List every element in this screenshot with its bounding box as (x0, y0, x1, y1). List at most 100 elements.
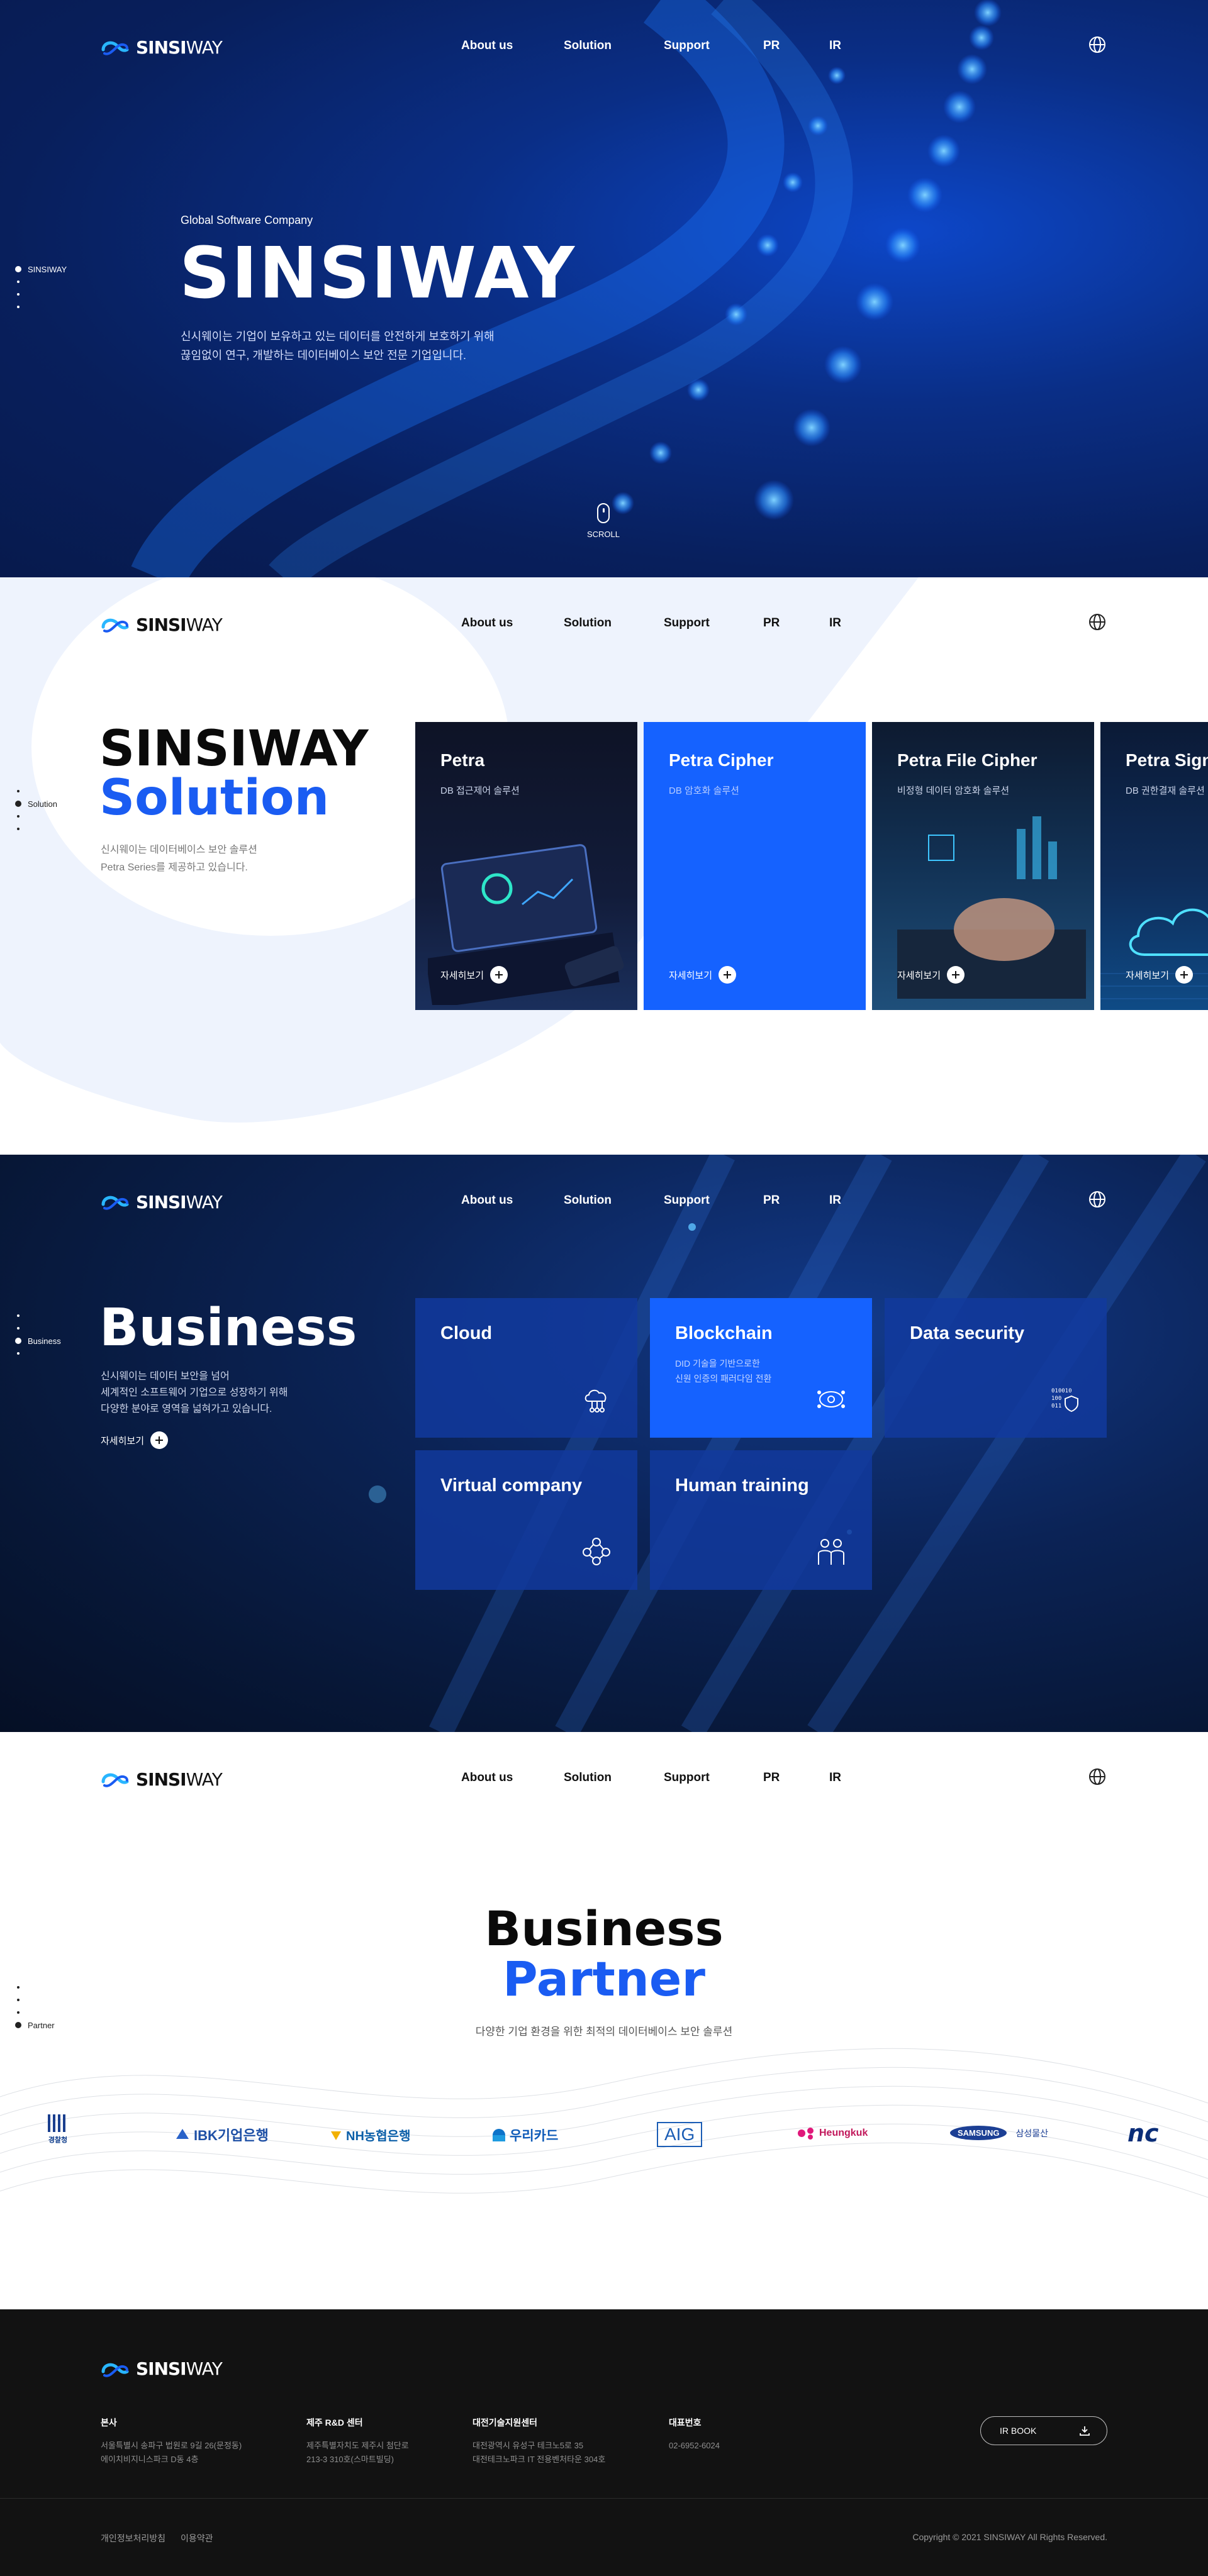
nav-about-us[interactable]: About us (461, 1194, 564, 1208)
terms-link[interactable]: 이용약관 (181, 2532, 213, 2545)
business-card-data-security[interactable]: Data security 010010 100 011 (885, 1298, 1107, 1438)
indicator-label: SINSIWAY (28, 264, 67, 274)
business-title: Business (99, 1298, 357, 1358)
data-security-icon: 010010 100 011 (1051, 1388, 1078, 1413)
heungkuk-mark-icon (798, 2128, 814, 2140)
nav-support[interactable]: Support (664, 616, 763, 630)
globe-icon[interactable] (1088, 1768, 1106, 1785)
section-indicator: Partner (15, 1981, 55, 2031)
solution-card-petra[interactable]: Petra DB 접근제어 솔루션 자세히보기 (415, 722, 637, 1010)
card-more-link[interactable]: 자세히보기 (440, 966, 508, 984)
nav-solution[interactable]: Solution (564, 1194, 664, 1208)
logo-text: SINSIWAY (136, 1191, 223, 1213)
business-section: SINSIWAY About us Solution Support PR IR… (0, 1155, 1208, 1732)
mouse-icon (597, 503, 610, 523)
card-more-link[interactable]: 자세히보기 (1126, 966, 1194, 984)
business-card-blockchain[interactable]: Blockchain DID 기술을 기반으로한 신원 인증의 패러다임 전환 (650, 1298, 872, 1438)
card-title: Petra (440, 750, 485, 770)
nav-pr[interactable]: PR (763, 616, 829, 630)
indicator-dot[interactable] (17, 1986, 20, 1989)
business-card-cloud[interactable]: Cloud (415, 1298, 637, 1438)
indicator-dot[interactable] (17, 1999, 20, 2001)
nav-about-us[interactable]: About us (461, 1771, 564, 1785)
business-card-human-training[interactable]: Human training (650, 1450, 872, 1590)
card-title: Blockchain (675, 1323, 773, 1343)
nav-solution[interactable]: Solution (564, 39, 664, 53)
nav-about-us[interactable]: About us (461, 39, 564, 53)
nav-ir[interactable]: IR (829, 1771, 841, 1785)
business-description: 신시웨이는 데이터 보안을 넘어 세계적인 소프트웨어 기업으로 성장하기 위해… (101, 1371, 288, 1414)
nav-ir[interactable]: IR (829, 39, 841, 53)
indicator-dot[interactable] (17, 293, 20, 296)
indicator-dot[interactable] (17, 306, 20, 308)
partner-logo-ibk: IBK기업은행 (175, 2124, 269, 2145)
privacy-policy-link[interactable]: 개인정보처리방침 (101, 2532, 165, 2545)
nav-solution[interactable]: Solution (564, 616, 664, 630)
nav-ir[interactable]: IR (829, 1194, 841, 1208)
police-emblem-icon (48, 2114, 65, 2132)
footer-divider (0, 2498, 1208, 2499)
plus-icon (150, 1431, 169, 1449)
main-nav: About us Solution Support PR IR (461, 39, 841, 53)
scroll-indicator[interactable]: SCROLL (584, 503, 622, 539)
nav-about-us[interactable]: About us (461, 616, 564, 630)
globe-icon[interactable] (1088, 36, 1106, 53)
indicator-dot[interactable] (17, 790, 20, 792)
indicator-dot[interactable] (17, 1314, 20, 1317)
main-nav: About us Solution Support PR IR (461, 1771, 841, 1785)
partner-logo-police: 경찰청 (45, 2113, 70, 2145)
svg-text:011: 011 (1051, 1403, 1061, 1409)
card-title: Data security (910, 1323, 1025, 1343)
card-title: Human training (675, 1475, 809, 1496)
logo[interactable]: SINSIWAY (101, 1191, 223, 1213)
card-title: Petra Signer (1126, 750, 1208, 770)
card-more-link[interactable]: 자세히보기 (669, 966, 737, 984)
card-more-link[interactable]: 자세히보기 (897, 966, 965, 984)
card-title: Cloud (440, 1323, 493, 1343)
nh-mark-icon (331, 2131, 341, 2140)
nav-pr[interactable]: PR (763, 39, 829, 53)
section-indicator: SINSIWAY (15, 263, 67, 313)
indicator-dot[interactable] (17, 815, 20, 818)
logo[interactable]: SINSIWAY (101, 613, 223, 636)
logo-mark-icon (101, 618, 129, 633)
indicator-dot[interactable] (17, 828, 20, 830)
partner-logo-samsung: SAMSUNG 삼성물산 (950, 2126, 1048, 2140)
card-subtitle: DB 권한결재 솔루션 (1126, 786, 1205, 796)
indicator-dot[interactable] (17, 1327, 20, 1330)
indicator-dot-active[interactable] (15, 2022, 21, 2028)
partner-logo-heungkuk: Heungkuk (797, 2126, 868, 2141)
copyright: Copyright © 2021 SINSIWAY All Rights Res… (912, 2532, 1107, 2542)
nav-ir[interactable]: IR (829, 616, 841, 630)
solution-card-petra-cipher[interactable]: Petra Cipher DB 암호화 솔루션 자세히보기 (644, 722, 866, 1010)
logo[interactable]: SINSIWAY (101, 1768, 223, 1790)
globe-icon[interactable] (1088, 613, 1106, 631)
footer: SINSIWAY 본사 서울특별시 송파구 법원로 9길 26(문정동) 에이치… (0, 2309, 1208, 2576)
nav-support[interactable]: Support (664, 1194, 763, 1208)
footer-address-jeju: 제주 R&D 센터 제주특별자치도 제주시 첨단로 213-3 310호(스마트… (306, 2418, 409, 2464)
indicator-dot[interactable] (17, 1352, 20, 1355)
solution-card-petra-signer[interactable]: Petra Signer DB 권한결재 솔루션 자세히보기 (1100, 722, 1208, 1010)
indicator-dot-active[interactable] (15, 266, 21, 272)
ir-book-button[interactable]: IR BOOK (980, 2416, 1107, 2445)
business-card-virtual-company[interactable]: Virtual company (415, 1450, 637, 1590)
nav-support[interactable]: Support (664, 39, 763, 53)
footer-logo[interactable]: SINSIWAY (101, 2358, 223, 2379)
business-more-link[interactable]: 자세히보기 (101, 1431, 169, 1449)
nav-pr[interactable]: PR (763, 1771, 829, 1785)
indicator-label: Solution (28, 799, 57, 809)
solution-card-petra-file-cipher[interactable]: Petra File Cipher 비정형 데이터 암호화 솔루션 자세히보기 (872, 722, 1094, 1010)
nav-support[interactable]: Support (664, 1771, 763, 1785)
indicator-dot[interactable] (17, 2011, 20, 2014)
footer-address-daejeon: 대전기술지원센터 대전광역시 유성구 테크노5로 35 대전테크노파크 IT 전… (473, 2418, 606, 2464)
indicator-dot-active[interactable] (15, 1338, 21, 1344)
logo-mark-icon (101, 2363, 129, 2377)
indicator-dot-active[interactable] (15, 801, 21, 807)
globe-icon[interactable] (1088, 1191, 1106, 1208)
indicator-dot[interactable] (17, 280, 20, 283)
logo[interactable]: SINSIWAY (101, 36, 223, 58)
nav-pr[interactable]: PR (763, 1194, 829, 1208)
nav-solution[interactable]: Solution (564, 1771, 664, 1785)
logo-mark-icon (101, 1196, 129, 1210)
woori-mark-icon (493, 2129, 505, 2141)
